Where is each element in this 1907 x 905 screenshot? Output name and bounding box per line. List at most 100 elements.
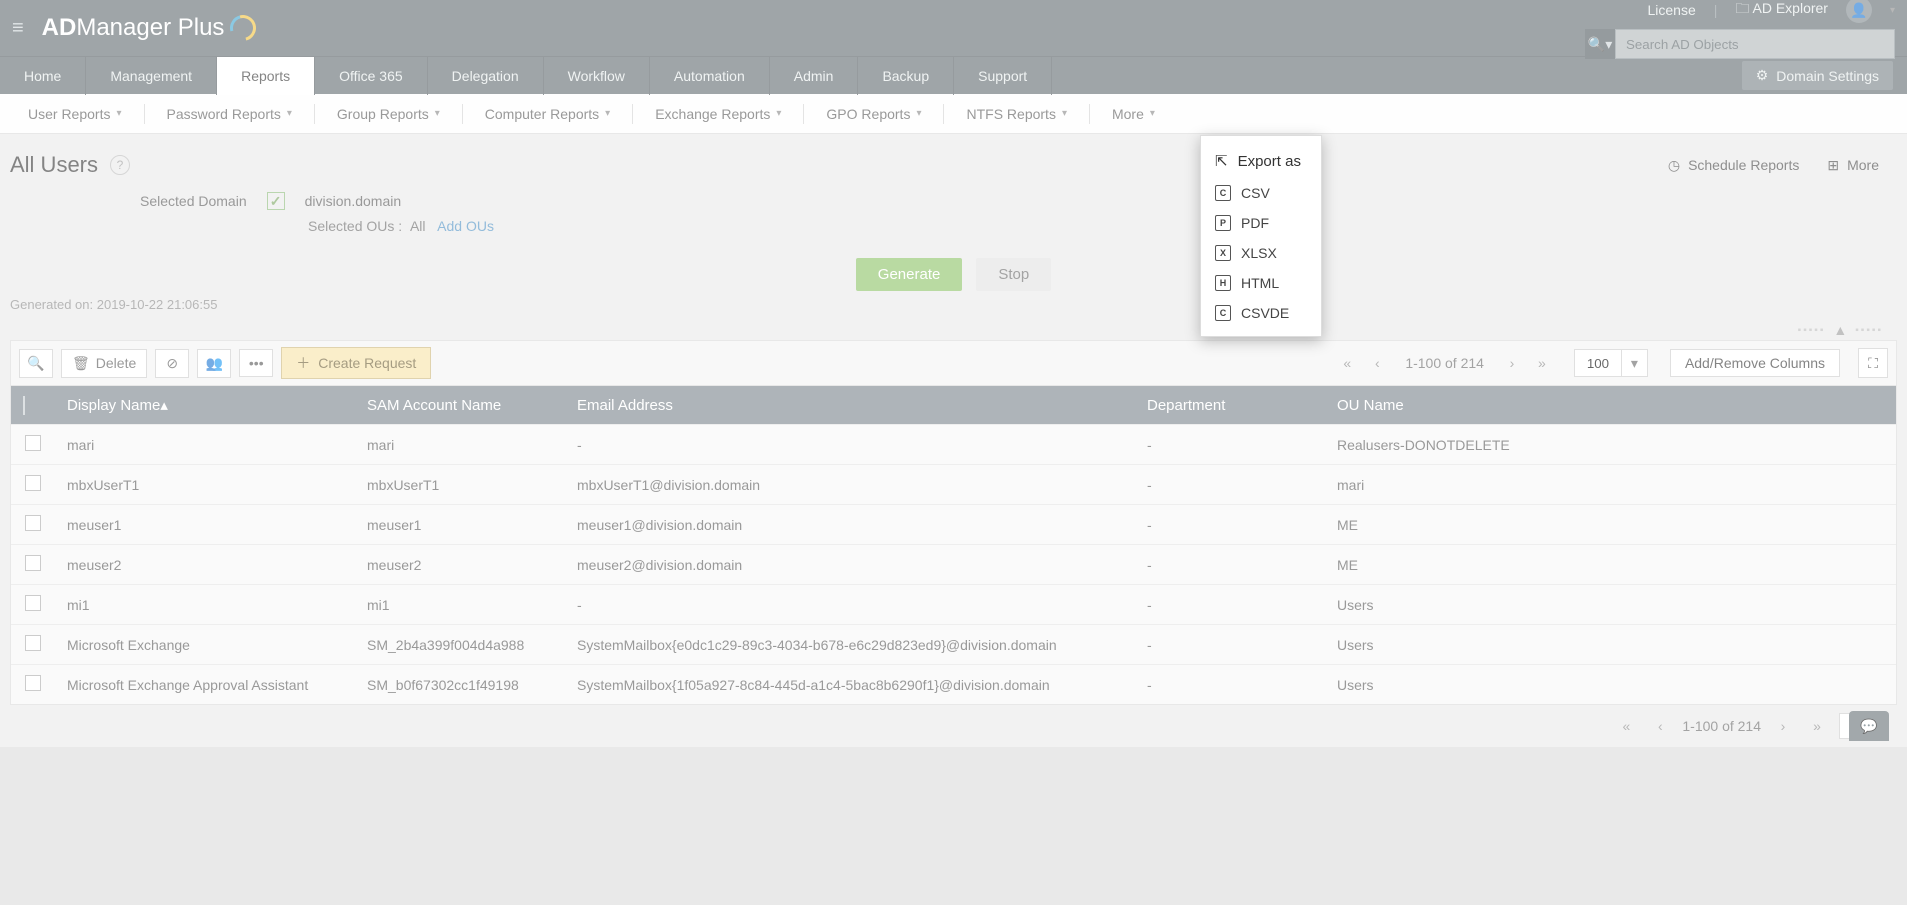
table-row[interactable]: Microsoft Exchange Approval AssistantSM_… [11, 665, 1896, 705]
page-last-button[interactable]: » [1530, 351, 1554, 375]
scrollbar-track[interactable] [1872, 425, 1896, 465]
disable-button[interactable]: ⊘ [155, 349, 189, 378]
table-row[interactable]: marimari--Realusers-DONOTDELETE [11, 425, 1896, 465]
user-menu[interactable]: 👤 [1846, 0, 1872, 23]
search-input[interactable] [1615, 29, 1895, 59]
page-size-dropdown[interactable]: ▾ [1621, 350, 1647, 376]
domain-settings-button[interactable]: ⚙ Domain Settings [1742, 61, 1893, 90]
tab-workflow[interactable]: Workflow [544, 57, 650, 95]
schedule-reports-button[interactable]: ◷ Schedule Reports [1668, 157, 1800, 174]
row-checkbox[interactable] [25, 435, 41, 451]
add-remove-columns-button[interactable]: Add/Remove Columns [1670, 349, 1840, 377]
fullscreen-button[interactable]: ⛶ [1858, 348, 1888, 378]
table-row[interactable]: meuser2meuser2meuser2@division.domain-ME [11, 545, 1896, 585]
scrollbar-track[interactable] [1872, 505, 1896, 545]
collapse-up-icon[interactable]: ▲ [1833, 322, 1847, 338]
grip-left-icon[interactable]: ▪▪▪▪▪ [1798, 325, 1826, 336]
menu-icon[interactable]: ≡ [12, 17, 24, 40]
cell-dept: - [1135, 425, 1325, 465]
users-button[interactable]: 👥 [197, 349, 231, 378]
page-prev-button[interactable]: ‹ [1365, 351, 1389, 375]
scrollbar-track[interactable] [1872, 625, 1896, 665]
table-row[interactable]: mbxUserT1mbxUserT1mbxUserT1@division.dom… [11, 465, 1896, 505]
submenu-group-reports[interactable]: Group Reports▾ [319, 94, 458, 134]
page-first-button-bottom[interactable]: « [1614, 714, 1638, 738]
cell-email: meuser2@division.domain [565, 545, 1135, 585]
chevron-down-icon[interactable]: ▾ [1890, 5, 1895, 16]
generate-button[interactable]: Generate [856, 258, 963, 291]
stop-button[interactable]: Stop [976, 258, 1051, 291]
license-link[interactable]: License [1647, 2, 1695, 18]
generated-on: Generated on: 2019-10-22 21:06:55 [0, 297, 1907, 320]
select-all-checkbox[interactable] [23, 396, 25, 415]
submenu-user-reports[interactable]: User Reports▾ [10, 94, 140, 134]
grip-row: ▪▪▪▪▪ ▲ ▪▪▪▪▪ [0, 320, 1907, 340]
scrollbar-track[interactable] [1872, 585, 1896, 625]
chevron-down-icon: ▾ [605, 108, 610, 119]
page-size-input[interactable] [1575, 350, 1621, 376]
submenu-exchange-reports[interactable]: Exchange Reports▾ [637, 94, 799, 134]
table-row[interactable]: mi1mi1--Users [11, 585, 1896, 625]
tab-backup[interactable]: Backup [858, 57, 954, 95]
cell-sam: SM_b0f67302cc1f49198 [355, 665, 565, 705]
grip-right-icon[interactable]: ▪▪▪▪▪ [1855, 325, 1883, 336]
file-icon: X [1215, 245, 1231, 261]
search-icon[interactable]: 🔍▾ [1585, 29, 1615, 59]
col-department[interactable]: Department [1135, 386, 1325, 425]
export-csvde[interactable]: CCSVDE [1201, 298, 1321, 328]
tab-office-365[interactable]: Office 365 [315, 57, 428, 95]
tab-reports[interactable]: Reports [217, 57, 315, 95]
page-first-button[interactable]: « [1335, 351, 1359, 375]
col-sam-account[interactable]: SAM Account Name [355, 386, 565, 425]
tab-delegation[interactable]: Delegation [428, 57, 544, 95]
cell-email: mbxUserT1@division.domain [565, 465, 1135, 505]
search-filter-button[interactable]: 🔍 [19, 349, 53, 378]
row-checkbox[interactable] [25, 475, 41, 491]
more-button[interactable]: ⊞ More [1827, 157, 1879, 174]
page-next-button[interactable]: › [1500, 351, 1524, 375]
export-html[interactable]: HHTML [1201, 268, 1321, 298]
table-row[interactable]: Microsoft ExchangeSM_2b4a399f004d4a988Sy… [11, 625, 1896, 665]
domain-checkbox[interactable]: ✓ [267, 192, 285, 210]
help-icon[interactable]: ? [110, 155, 130, 175]
add-ous-link[interactable]: Add OUs [437, 218, 494, 234]
tab-support[interactable]: Support [954, 57, 1052, 95]
col-display-name[interactable]: Display Name [67, 397, 160, 414]
tab-home[interactable]: Home [0, 57, 86, 95]
row-checkbox[interactable] [25, 675, 41, 691]
chevron-down-icon: ▾ [1150, 108, 1155, 119]
submenu-computer-reports[interactable]: Computer Reports▾ [467, 94, 628, 134]
col-email[interactable]: Email Address [565, 386, 1135, 425]
row-checkbox[interactable] [25, 515, 41, 531]
col-ou-name[interactable]: OU Name [1325, 386, 1872, 425]
row-checkbox[interactable] [25, 635, 41, 651]
scrollbar-track[interactable] [1872, 386, 1896, 425]
page-prev-button-bottom[interactable]: ‹ [1648, 714, 1672, 738]
export-xlsx[interactable]: XXLSX [1201, 238, 1321, 268]
tab-management[interactable]: Management [86, 57, 217, 95]
chevron-down-icon: ▾ [1062, 108, 1067, 119]
page-next-button-bottom[interactable]: › [1771, 714, 1795, 738]
export-csv[interactable]: CCSV [1201, 178, 1321, 208]
scrollbar-track[interactable] [1872, 465, 1896, 505]
submenu-more[interactable]: More▾ [1094, 94, 1173, 134]
delete-button[interactable]: 🗑 Delete [61, 349, 147, 378]
file-icon: H [1215, 275, 1231, 291]
tab-admin[interactable]: Admin [770, 57, 859, 95]
more-actions-button[interactable]: ••• [239, 349, 273, 377]
scrollbar-track[interactable] [1872, 545, 1896, 585]
export-pdf[interactable]: PPDF [1201, 208, 1321, 238]
cell-dept: - [1135, 665, 1325, 705]
create-request-button[interactable]: ＋ Create Request [281, 347, 431, 379]
submenu-gpo-reports[interactable]: GPO Reports▾ [808, 94, 939, 134]
row-checkbox[interactable] [25, 555, 41, 571]
chat-float-button[interactable]: 💬 [1849, 711, 1889, 741]
submenu-password-reports[interactable]: Password Reports▾ [149, 94, 310, 134]
submenu-ntfs-reports[interactable]: NTFS Reports▾ [948, 94, 1085, 134]
table-row[interactable]: meuser1meuser1meuser1@division.domain-ME [11, 505, 1896, 545]
row-checkbox[interactable] [25, 595, 41, 611]
page-last-button-bottom[interactable]: » [1805, 714, 1829, 738]
scrollbar-track[interactable] [1872, 665, 1896, 705]
ad-explorer-link[interactable]: 🗀 AD Explorer [1735, 0, 1828, 22]
tab-automation[interactable]: Automation [650, 57, 770, 95]
